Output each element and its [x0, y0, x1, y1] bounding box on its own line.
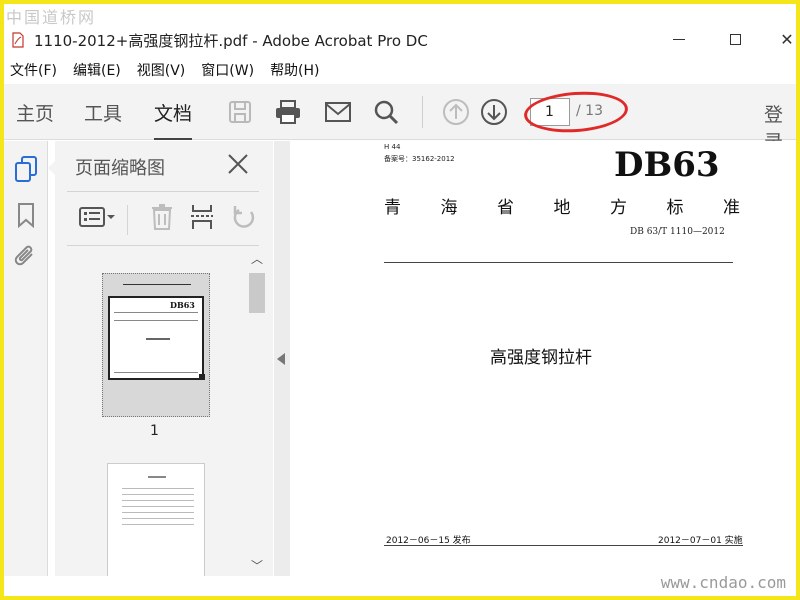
menu-edit[interactable]: 编辑(E): [67, 60, 127, 80]
page-thumbnail-2[interactable]: [107, 463, 205, 576]
search-icon[interactable]: [370, 96, 402, 128]
doc-record-no: 备案号：35162-2012: [384, 155, 455, 163]
collapse-arrow-icon[interactable]: [277, 353, 285, 365]
doc-heading-char: 标: [666, 198, 684, 218]
highlight-annotation: [522, 88, 630, 136]
doc-heading-char: 准: [723, 198, 740, 218]
thumbnails-panel: 页面缩略图 DB63 1 ︿ ﹀: [55, 141, 273, 576]
panel-collapse-bar[interactable]: [274, 141, 290, 576]
menu-window[interactable]: 窗口(W): [195, 60, 260, 80]
doc-heading-char: 省: [497, 198, 514, 218]
doc-heading-char: 海: [440, 198, 458, 218]
watermark-top: 中国道桥网: [6, 8, 97, 27]
toolbar: 主页 工具 文档 1 / 13 登录: [4, 84, 796, 153]
options-menu-icon[interactable]: [75, 201, 119, 233]
doc-heading-char: 青: [384, 198, 401, 218]
page-thumbnail-1[interactable]: DB63: [102, 273, 210, 417]
minimize-button[interactable]: [664, 28, 694, 50]
doc-heading-char: 方: [610, 198, 627, 218]
thumbnail-label: 1: [150, 423, 159, 439]
menu-file[interactable]: 文件(F): [4, 60, 63, 80]
next-page-icon[interactable]: [478, 96, 510, 128]
panel-pointer: [48, 160, 56, 176]
doc-classification: H 44: [384, 143, 401, 151]
scroll-down-icon[interactable]: ﹀: [250, 558, 264, 573]
panel-title: 页面缩略图: [75, 158, 165, 179]
doc-heading-char: 地: [553, 198, 571, 218]
attachment-icon[interactable]: [12, 243, 40, 271]
save-icon[interactable]: [224, 96, 256, 128]
tab-document[interactable]: 文档: [154, 84, 193, 140]
doc-code: DB63: [614, 145, 720, 185]
menu-help[interactable]: 帮助(H): [264, 60, 325, 80]
email-icon[interactable]: [322, 96, 354, 128]
thumbnail-list: DB63 1: [55, 247, 245, 576]
doc-divider: [384, 262, 733, 263]
doc-bottom-divider: [384, 545, 743, 546]
bookmark-icon[interactable]: [12, 201, 40, 229]
print-icon[interactable]: [272, 96, 304, 128]
scrollbar-thumb[interactable]: [249, 273, 265, 313]
watermark-bottom: www.cndao.com: [660, 573, 786, 592]
doc-heading: 青 海 省 地 方 标 准: [384, 193, 740, 218]
doc-title: 高强度钢拉杆: [490, 348, 592, 368]
close-panel-icon[interactable]: [225, 151, 251, 177]
thumbnail-scrollbar[interactable]: ︿ ﹀: [247, 247, 267, 576]
rotate-page-icon[interactable]: [227, 201, 261, 233]
window-title: 1110-2012+高强度钢拉杆.pdf - Adobe Acrobat Pro…: [34, 31, 428, 50]
doc-standard-no: DB 63/T 1110—2012: [630, 227, 725, 237]
left-rail: [4, 141, 48, 576]
previous-page-icon[interactable]: [440, 96, 472, 128]
pdf-file-icon: [10, 32, 26, 48]
close-window-button[interactable]: ✕: [772, 28, 800, 50]
scroll-up-icon[interactable]: ︿: [250, 251, 264, 266]
menu-bar: 文件(F) 编辑(E) 视图(V) 窗口(W) 帮助(H): [4, 58, 796, 82]
maximize-button[interactable]: [720, 28, 750, 50]
tab-tools[interactable]: 工具: [84, 84, 122, 140]
tab-home[interactable]: 主页: [16, 84, 54, 140]
extract-page-icon[interactable]: [185, 201, 219, 233]
delete-page-icon[interactable]: [145, 201, 179, 233]
title-bar: 1110-2012+高强度钢拉杆.pdf - Adobe Acrobat Pro…: [4, 24, 796, 56]
document-page: H 44 备案号：35162-2012 DB63 青 海 省 地 方 标 准 D…: [290, 141, 796, 576]
page-thumbnails-icon[interactable]: [12, 155, 40, 183]
menu-view[interactable]: 视图(V): [131, 60, 192, 80]
